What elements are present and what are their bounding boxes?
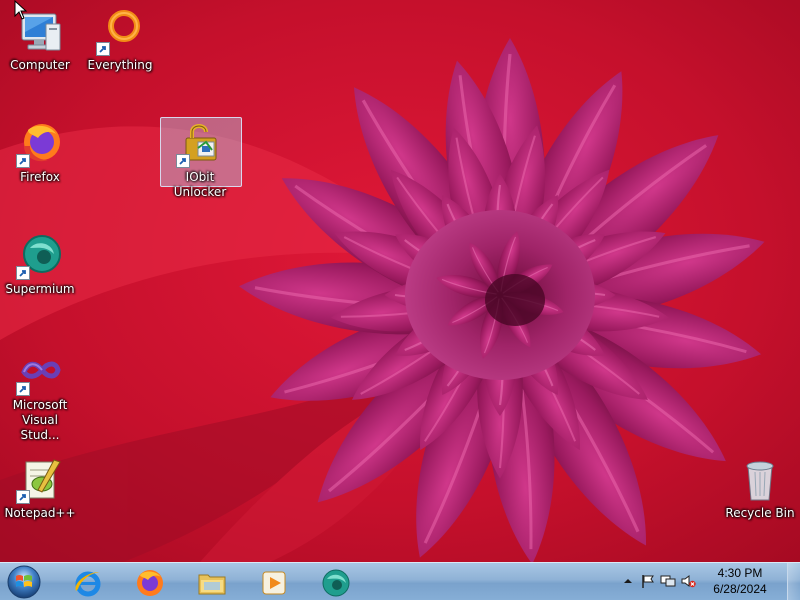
- folder-icon: [198, 574, 226, 595]
- desktop-icon-label: Everything: [87, 58, 153, 72]
- clock-time: 4:30 PM: [717, 566, 763, 580]
- windows-start-icon: [7, 565, 41, 599]
- volume-muted-icon[interactable]: [680, 573, 696, 589]
- shortcut-arrow-icon: [16, 490, 30, 504]
- mouse-cursor-icon: [14, 0, 28, 20]
- taskbar-supermium[interactable]: [310, 565, 362, 599]
- taskbar-internet-explorer[interactable]: [62, 565, 114, 599]
- desktop-icon-everything[interactable]: Everything: [81, 8, 159, 73]
- desktop-icon-recycle-bin[interactable]: Recycle Bin: [721, 456, 799, 521]
- desktop-icon-iobit-unlocker[interactable]: IObit Unlocker: [161, 120, 239, 200]
- desktop-icon-firefox[interactable]: Firefox: [1, 120, 79, 185]
- desktop-icon-computer[interactable]: Computer: [1, 8, 79, 73]
- desktop-icon-label: Computer: [10, 58, 70, 72]
- supermium-icon: [16, 232, 64, 280]
- desktop-icon-visual-studio[interactable]: Microsoft Visual Stud...: [1, 348, 79, 443]
- desktop-icon-label: Supermium: [5, 282, 75, 296]
- taskbar: 4:30 PM 6/28/2024: [0, 562, 800, 600]
- network-icon[interactable]: [660, 573, 676, 589]
- taskbar-windows-explorer[interactable]: [186, 565, 238, 599]
- desktop-icon-label: IObit Unlocker: [173, 170, 227, 199]
- desktop-icon-label: Notepad++: [4, 506, 76, 520]
- recycle-bin-icon: [736, 456, 784, 504]
- show-desktop-button[interactable]: [787, 563, 800, 600]
- desktop-wallpaper: [0, 0, 800, 562]
- everything-icon: [96, 8, 144, 56]
- desktop-icon-label: Firefox: [20, 170, 60, 184]
- media-player-icon: [262, 571, 286, 595]
- firefox-icon: [137, 570, 163, 596]
- system-tray: 4:30 PM 6/28/2024: [610, 563, 800, 600]
- shortcut-arrow-icon: [16, 154, 30, 168]
- taskbar-firefox[interactable]: [124, 565, 176, 599]
- show-hidden-icons-icon[interactable]: [620, 573, 636, 589]
- desktop-icon-supermium[interactable]: Supermium: [1, 232, 79, 297]
- internet-explorer-icon: [75, 571, 101, 597]
- start-button[interactable]: [4, 564, 44, 600]
- supermium-icon: [322, 569, 350, 597]
- shortcut-arrow-icon: [176, 154, 190, 168]
- visual-studio-icon: [16, 348, 64, 396]
- iobit-unlocker-icon: [176, 120, 224, 168]
- desktop-icon-notepad-plus-plus[interactable]: Notepad++: [1, 456, 79, 521]
- shortcut-arrow-icon: [16, 266, 30, 280]
- desktop-icon-label: Microsoft Visual Stud...: [12, 398, 68, 442]
- shortcut-arrow-icon: [96, 42, 110, 56]
- firefox-icon: [16, 120, 64, 168]
- taskbar-clock[interactable]: 4:30 PM 6/28/2024: [705, 565, 775, 597]
- desktop-icon-label: Recycle Bin: [725, 506, 795, 520]
- clock-date: 6/28/2024: [713, 582, 767, 596]
- notepad-plus-plus-icon: [16, 456, 64, 504]
- taskbar-media-player[interactable]: [248, 565, 300, 599]
- action-center-flag-icon[interactable]: [640, 573, 656, 589]
- shortcut-arrow-icon: [16, 382, 30, 396]
